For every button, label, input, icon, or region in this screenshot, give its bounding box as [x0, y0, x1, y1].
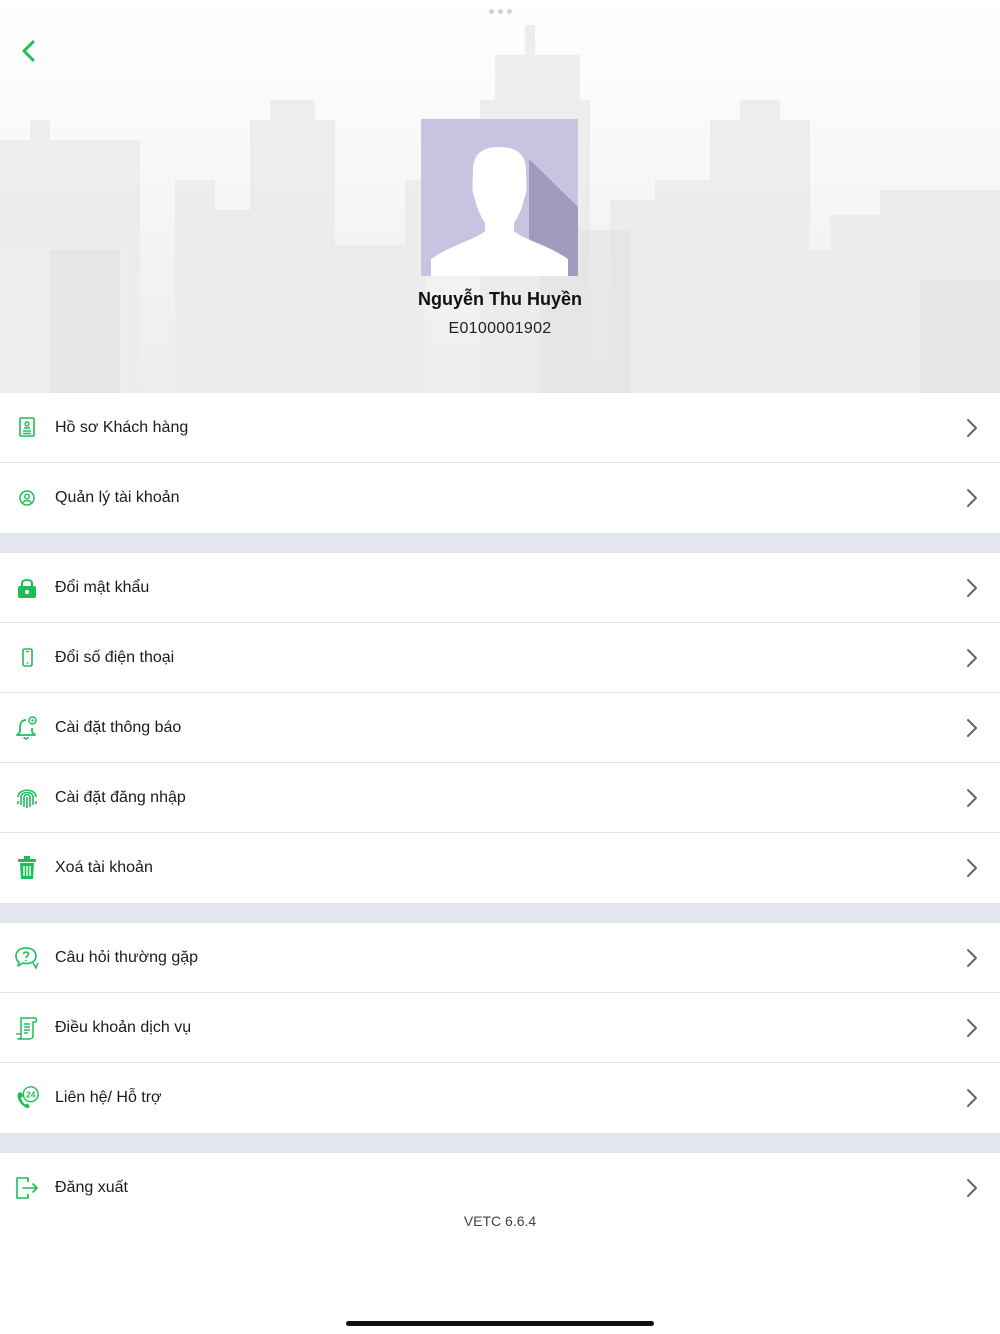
- menu-item-notification-settings[interactable]: Cài đặt thông báo: [0, 693, 1000, 763]
- chevron-right-icon: [967, 578, 977, 597]
- menu-item-terms-of-service[interactable]: Điều khoản dịch vụ: [0, 993, 1000, 1063]
- profile-header: Nguyễn Thu Huyền E0100001902: [0, 0, 1000, 393]
- account-user-icon: [14, 485, 40, 511]
- menu-group-security: Đổi mật khẩu Đổi số điện thoại Cài đặt t…: [0, 553, 1000, 903]
- menu-item-label: Cài đặt thông báo: [55, 718, 182, 736]
- chevron-right-icon: [967, 489, 977, 507]
- default-user-avatar-icon: [421, 119, 578, 276]
- section-separator: [0, 1133, 1000, 1153]
- chevron-right-icon: [967, 788, 977, 807]
- menu-item-label: Điều khoản dịch vụ: [55, 1018, 192, 1036]
- phone-icon: [14, 645, 40, 671]
- menu-item-label: Xoá tài khoản: [55, 859, 153, 876]
- section-separator: [0, 533, 1000, 553]
- menu-group-help: Câu hỏi thường gặp Điều khoản dịch vụ 24…: [0, 923, 1000, 1133]
- customer-profile-icon: [14, 415, 40, 441]
- settings-menu: Hồ sơ Khách hàng Quản lý tài khoản Đổi m…: [0, 393, 1000, 1223]
- chevron-right-icon: [967, 1179, 977, 1197]
- svg-text:24: 24: [26, 1090, 36, 1100]
- chevron-right-icon: [967, 1089, 977, 1107]
- menu-item-label: Liên hệ/ Hỗ trợ: [55, 1089, 162, 1106]
- chevron-right-icon: [967, 418, 977, 437]
- menu-item-label: Cài đặt đăng nhập: [55, 788, 186, 806]
- lock-icon: [14, 575, 40, 601]
- menu-item-label: Đổi mật khẩu: [55, 578, 150, 596]
- avatar: [421, 119, 578, 276]
- menu-item-label: Câu hỏi thường gặp: [55, 948, 199, 966]
- chevron-right-icon: [967, 648, 977, 667]
- chevron-right-icon: [967, 859, 977, 877]
- logout-icon: [14, 1175, 40, 1201]
- menu-item-label: Đăng xuất: [55, 1179, 128, 1196]
- menu-item-label: Hồ sơ Khách hàng: [55, 418, 189, 436]
- menu-item-change-phone[interactable]: Đổi số điện thoại: [0, 623, 1000, 693]
- menu-item-contact-support[interactable]: 24 Liên hệ/ Hỗ trợ: [0, 1063, 1000, 1133]
- home-indicator: [346, 1321, 654, 1326]
- chevron-left-icon: [22, 40, 35, 62]
- app-version: VETC 6.6.4: [463, 1213, 537, 1229]
- fingerprint-icon: [14, 785, 40, 811]
- document-icon: [14, 1015, 40, 1041]
- menu-item-delete-account[interactable]: Xoá tài khoản: [0, 833, 1000, 903]
- menu-item-customer-profile[interactable]: Hồ sơ Khách hàng: [0, 393, 1000, 463]
- chevron-right-icon: [967, 1018, 977, 1037]
- menu-item-account-management[interactable]: Quản lý tài khoản: [0, 463, 1000, 533]
- back-button[interactable]: [12, 34, 46, 68]
- menu-item-change-password[interactable]: Đổi mật khẩu: [0, 553, 1000, 623]
- menu-item-faq[interactable]: Câu hỏi thường gặp: [0, 923, 1000, 993]
- menu-item-label: Quản lý tài khoản: [55, 489, 180, 506]
- trash-icon: [14, 855, 40, 881]
- section-separator: [0, 903, 1000, 923]
- menu-item-label: Đổi số điện thoại: [55, 648, 175, 666]
- bell-settings-icon: [14, 715, 40, 741]
- menu-group-profile: Hồ sơ Khách hàng Quản lý tài khoản: [0, 393, 1000, 533]
- user-name: Nguyễn Thu Huyền: [417, 289, 582, 309]
- support-24-icon: 24: [14, 1085, 40, 1111]
- user-id-code: E0100001902: [448, 320, 552, 337]
- faq-icon: [14, 945, 40, 971]
- profile-settings-screen: Nguyễn Thu Huyền E0100001902 Hồ sơ Khách…: [0, 0, 1000, 1334]
- grabber-dots: [489, 9, 512, 14]
- chevron-right-icon: [967, 718, 977, 737]
- menu-item-login-settings[interactable]: Cài đặt đăng nhập: [0, 763, 1000, 833]
- chevron-right-icon: [967, 948, 977, 967]
